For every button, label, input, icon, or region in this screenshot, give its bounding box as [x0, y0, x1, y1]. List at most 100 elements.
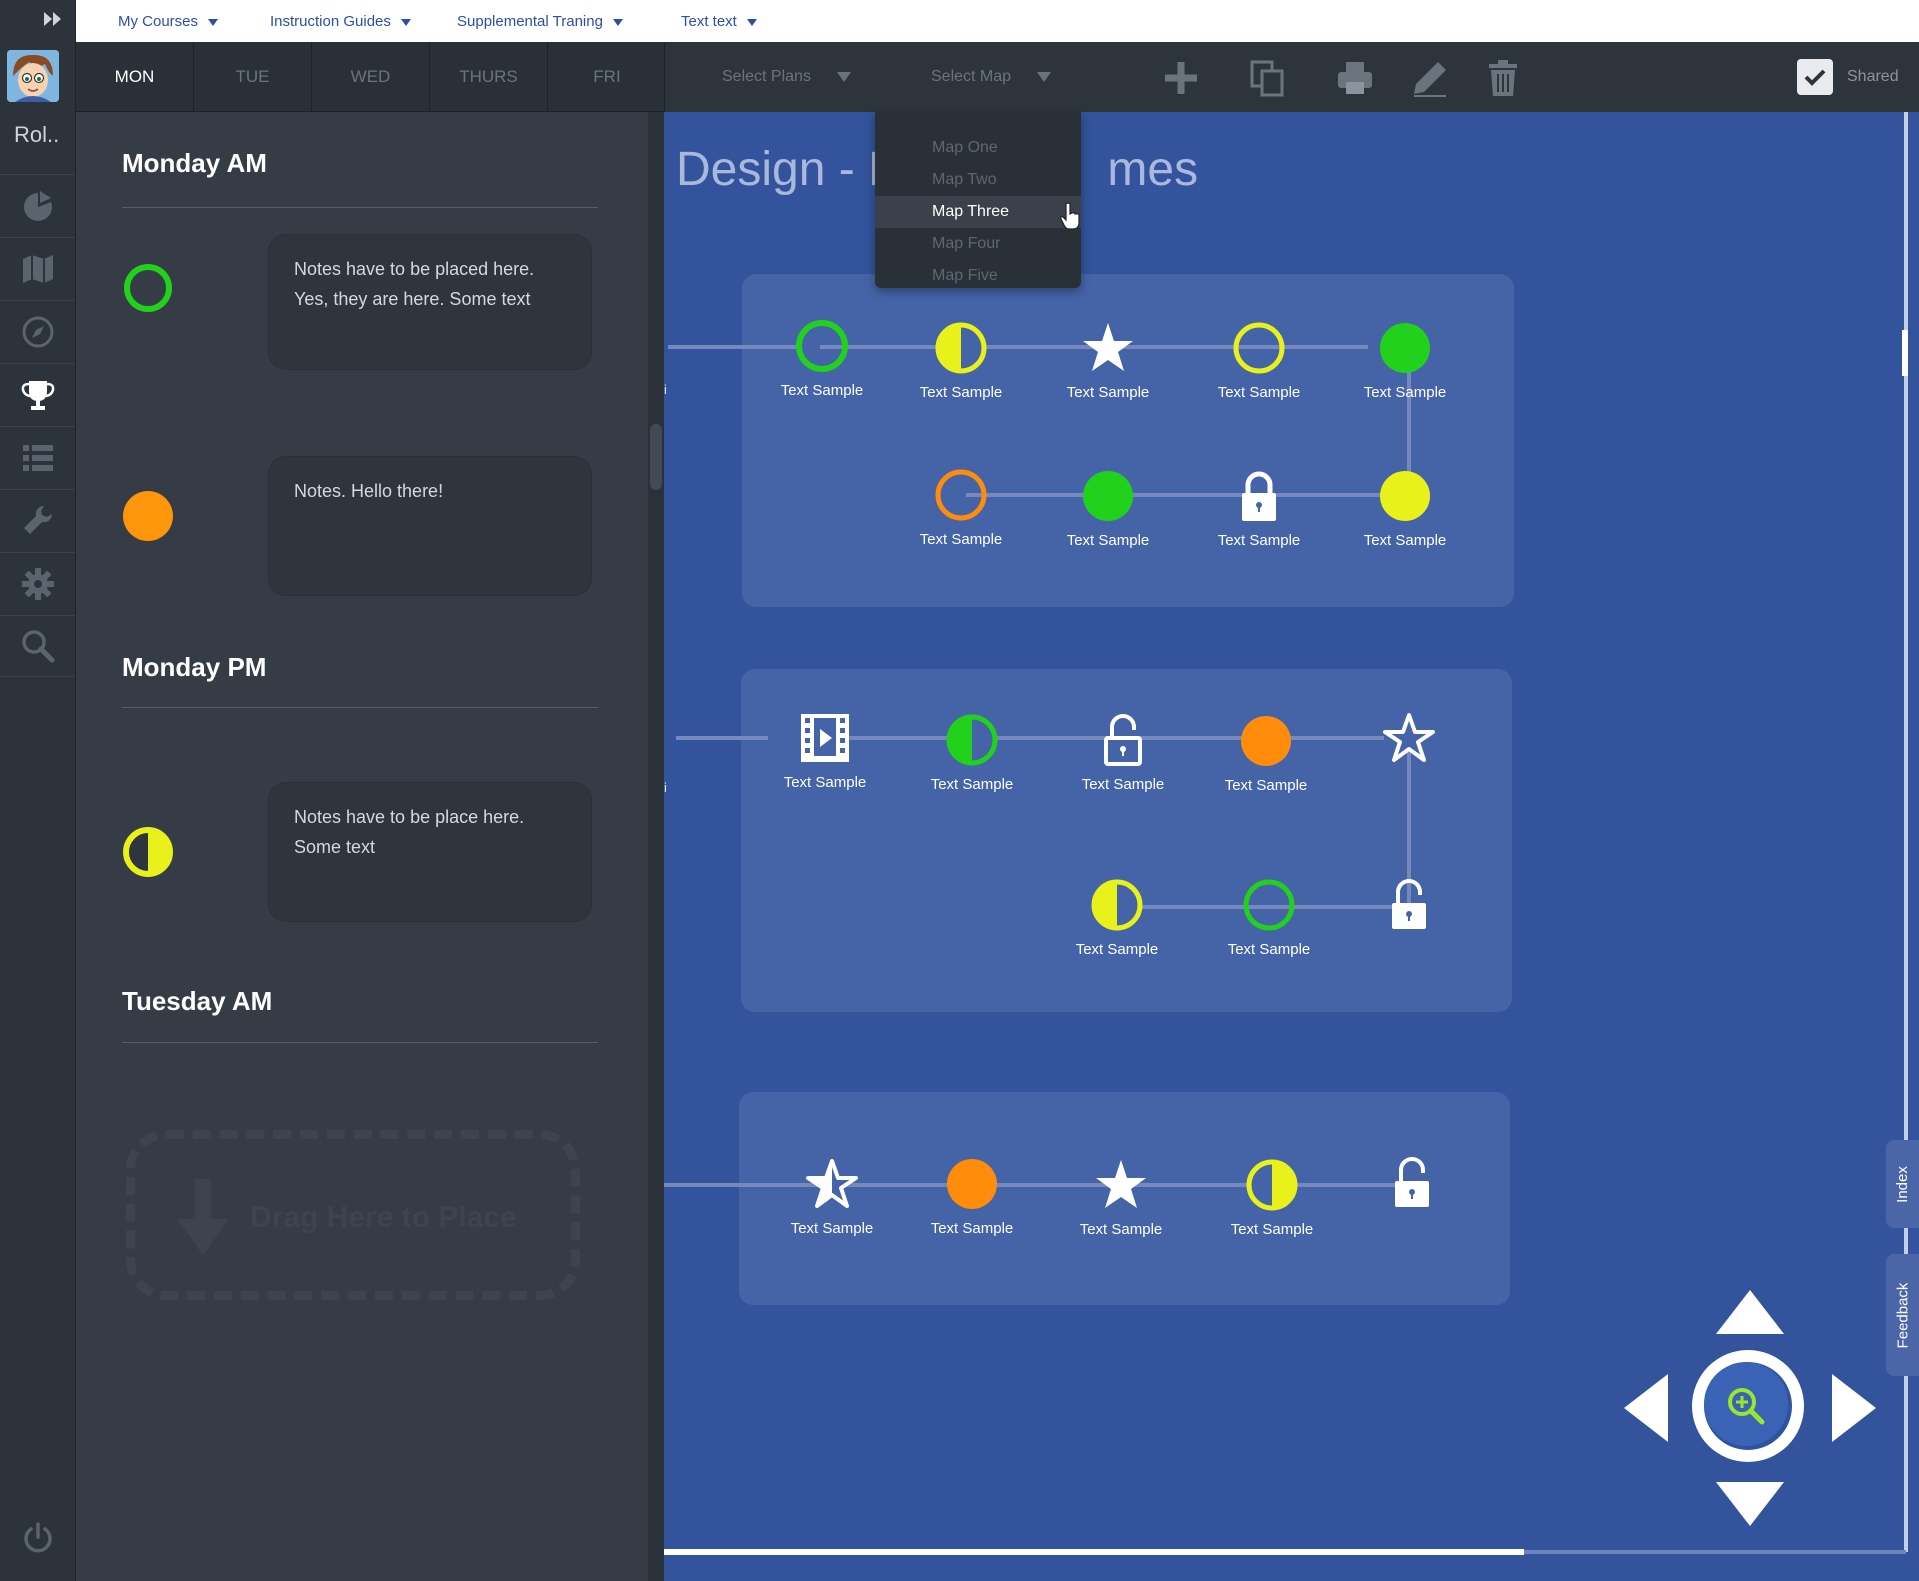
star-outline-icon[interactable] — [1381, 710, 1437, 766]
pan-right-icon[interactable] — [1832, 1374, 1876, 1442]
scroll-thumb[interactable] — [650, 424, 662, 490]
rail-item-list[interactable] — [0, 426, 75, 488]
shared-checkbox[interactable] — [1797, 59, 1833, 95]
yellow-half-icon — [1246, 1159, 1298, 1211]
tab-fri[interactable]: FRI — [548, 42, 666, 112]
star-filled-icon — [1083, 323, 1133, 371]
map-node[interactable]: Text Sample — [1184, 320, 1334, 401]
gear-icon — [21, 567, 54, 600]
section-title-monday-pm: Monday PM — [122, 652, 267, 682]
menu-item-map-two[interactable]: Map Two — [875, 164, 1081, 196]
map-node[interactable]: Text Sample — [886, 320, 1036, 401]
menu-item-map-one[interactable]: Map One — [875, 132, 1081, 164]
caret-down-icon — [746, 18, 757, 26]
pan-down-icon[interactable] — [1716, 1482, 1784, 1526]
checkmark-icon — [1804, 69, 1826, 86]
map-node[interactable]: Text Sample — [1033, 468, 1183, 549]
map-node[interactable]: Text Sample — [1330, 468, 1480, 549]
horizontal-scroll-thumb[interactable] — [664, 1549, 1524, 1555]
node-label: Text Sample — [1066, 384, 1150, 401]
nav-text-text[interactable]: Text text — [681, 13, 757, 30]
note-card[interactable]: Notes have to be placed here. Yes, they … — [268, 234, 592, 370]
map-node[interactable]: Text Sample — [1048, 712, 1198, 793]
trash-icon[interactable] — [1483, 58, 1523, 98]
map-node — [1334, 710, 1484, 766]
map-node[interactable] — [1334, 877, 1484, 933]
rail-item-maps[interactable] — [0, 237, 75, 299]
node-label: Text Sample — [1230, 1221, 1314, 1238]
drop-zone-label: Drag Here to Place — [250, 1201, 517, 1234]
compass-icon — [22, 316, 53, 347]
select-map-dropdown[interactable]: Select Map — [931, 68, 1052, 86]
lock-open-icon — [1104, 714, 1142, 766]
pan-left-icon[interactable] — [1624, 1374, 1668, 1442]
avatar[interactable] — [7, 50, 59, 102]
section-title-monday-am: Monday AM — [122, 148, 267, 178]
map-node[interactable]: Text Sample — [1184, 468, 1334, 549]
map-node[interactable]: Text Sample — [1330, 320, 1480, 401]
rail-item-achievements[interactable] — [0, 363, 75, 425]
note-line: Some text — [294, 837, 376, 857]
node-label: Text Sample — [1217, 384, 1301, 401]
video-icon — [801, 714, 849, 762]
panel-scrollbar[interactable] — [648, 112, 664, 1581]
pan-up-icon[interactable] — [1716, 1290, 1784, 1334]
tab-thurs[interactable]: THURS — [430, 42, 548, 112]
node-label: Text Sample — [919, 384, 1003, 401]
map-node[interactable]: Text Sample — [757, 1156, 907, 1237]
feedback-tab[interactable]: Feedback — [1886, 1254, 1919, 1376]
map-node[interactable]: Text Sample — [1033, 320, 1183, 401]
username: Rol.. — [14, 122, 60, 147]
power-icon[interactable] — [20, 1520, 56, 1556]
rail-item-settings[interactable] — [0, 552, 75, 614]
tab-tue[interactable]: TUE — [194, 42, 312, 112]
vertical-scroll-thumb[interactable] — [1902, 330, 1908, 376]
menu-item-map-three[interactable]: Map Three — [875, 196, 1081, 228]
drop-zone[interactable]: Drag Here to Place — [126, 1130, 580, 1300]
menu-item-map-five[interactable]: Map Five — [875, 260, 1081, 292]
rail-item-search[interactable] — [0, 615, 75, 677]
map-node[interactable]: Text Sample — [747, 318, 897, 399]
schedule-panel: Monday AM Notes have to be placed here. … — [76, 112, 648, 1581]
green-filled-icon — [1380, 323, 1430, 373]
map-node[interactable]: Text Sample — [897, 1156, 1047, 1237]
list-icon — [22, 444, 53, 471]
menu-item-map-four[interactable]: Map Four — [875, 228, 1081, 260]
note-card[interactable]: Notes. Hello there! — [268, 456, 592, 596]
left-rail: Rol.. — [0, 0, 76, 1581]
caret-down-icon — [836, 71, 851, 82]
expand-rail-icon[interactable] — [42, 10, 64, 34]
shared-label: Shared — [1847, 68, 1899, 85]
lock-open-filled-icon — [1392, 879, 1426, 929]
green-ring-icon — [1243, 879, 1295, 931]
print-icon[interactable] — [1335, 58, 1375, 98]
note-card[interactable]: Notes have to be place here. Some text — [268, 782, 592, 922]
rail-item-tools[interactable] — [0, 489, 75, 551]
map-node[interactable]: Text Sample — [1042, 877, 1192, 958]
select-plans-dropdown[interactable]: Select Plans — [722, 68, 851, 86]
map-node[interactable]: Text Sample — [1191, 713, 1341, 794]
node-label: Text Sample — [1363, 384, 1447, 401]
tab-mon[interactable]: MON — [76, 42, 194, 112]
rail-item-progress[interactable] — [0, 174, 75, 236]
map-node[interactable]: Text Sample — [1194, 877, 1344, 958]
yellow-ring-icon — [1233, 322, 1285, 374]
map-node[interactable] — [1337, 1155, 1487, 1211]
map-node[interactable]: Text Sample — [750, 710, 900, 791]
map-node[interactable]: Text Sample — [1197, 1157, 1347, 1238]
map-node[interactable]: Text Sample — [1046, 1157, 1196, 1238]
zoom-button[interactable] — [1692, 1350, 1804, 1462]
copy-icon[interactable] — [1248, 58, 1288, 98]
edit-icon[interactable] — [1410, 58, 1450, 98]
rail-item-explore[interactable] — [0, 300, 75, 362]
nav-my-courses[interactable]: My Courses — [118, 13, 219, 30]
add-icon[interactable] — [1161, 58, 1201, 98]
map-node[interactable]: Text Sample — [897, 712, 1047, 793]
nav-supplemental-training[interactable]: Supplemental Traning — [457, 13, 623, 30]
note-line: Notes have to be placed here. — [294, 259, 535, 279]
index-tab[interactable]: Index — [1886, 1140, 1919, 1228]
map-node[interactable]: Text Sample — [886, 467, 1036, 548]
nav-instruction-guides[interactable]: Instruction Guides — [270, 13, 411, 30]
tab-wed[interactable]: WED — [312, 42, 430, 112]
node-label: Text Sample — [919, 531, 1003, 548]
